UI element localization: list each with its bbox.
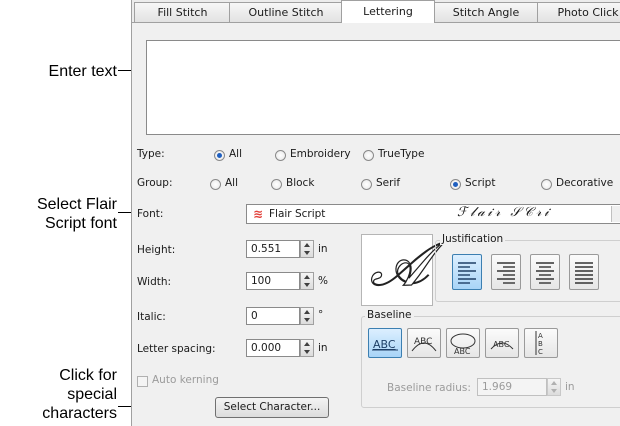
font-sample-preview: ℱ𝓁𝒶𝒾𝓇 𝒮𝒞𝓇𝒾 — [457, 205, 552, 220]
italic-spinner[interactable] — [300, 307, 314, 325]
annotation-enter-text: Enter text — [48, 63, 117, 80]
justification-title: Justification — [440, 233, 506, 245]
group-option-all-label: All — [225, 177, 239, 189]
lettering-text-input[interactable] — [146, 40, 620, 135]
baseline-arc-bottom-icon: ABC — [450, 333, 476, 356]
letter-spacing-input[interactable]: 0.000 — [246, 339, 300, 357]
annotation-special-characters: Click for special characters — [0, 366, 117, 423]
width-label: Width: — [137, 276, 172, 288]
group-radio-decorative[interactable] — [541, 179, 552, 190]
justify-left-button[interactable] — [452, 254, 482, 290]
type-option-embroidery-label: Embroidery — [290, 148, 351, 160]
svg-text:ABC: ABC — [493, 340, 510, 349]
baseline-radius-spinner[interactable] — [547, 378, 561, 396]
baseline-circle-icon: ABC — [490, 340, 514, 350]
width-unit: % — [318, 275, 328, 287]
group-option-decorative-label: Decorative — [556, 177, 614, 189]
type-radio-truetype[interactable] — [363, 150, 374, 161]
font-select-value: Flair Script — [269, 208, 326, 220]
width-input[interactable]: 100 — [246, 272, 300, 290]
align-left-icon — [458, 262, 476, 284]
auto-kerning-label: Auto kerning — [152, 374, 219, 386]
group-option-serif-label: Serif — [376, 177, 401, 189]
tab-fill-stitch[interactable]: Fill Stitch — [134, 2, 231, 22]
align-justify-icon — [575, 262, 593, 284]
type-radio-all[interactable] — [214, 150, 225, 161]
select-character-button[interactable]: Select Character... — [215, 397, 329, 418]
align-right-icon — [497, 262, 515, 284]
italic-unit: ° — [318, 309, 324, 321]
letter-spacing-unit: in — [318, 342, 328, 354]
justify-full-button[interactable] — [569, 254, 599, 290]
auto-kerning-checkbox[interactable] — [137, 376, 148, 387]
group-label: Group: — [137, 177, 173, 189]
align-center-icon — [536, 262, 554, 284]
baseline-title: Baseline — [365, 309, 414, 321]
baseline-arc-top-icon: ABC — [411, 337, 437, 352]
font-select[interactable]: ≋ Flair Script ℱ𝓁𝒶𝒾𝓇 𝒮𝒞𝓇𝒾 — [246, 204, 620, 224]
group-option-script-label: Script — [465, 177, 496, 189]
baseline-radius-unit: in — [565, 381, 575, 393]
annotation-select-font-line1: Select Flair — [36, 196, 117, 213]
preview-glyph: 𝒜 — [369, 226, 429, 300]
lettering-preview: 𝒜 — [361, 226, 433, 306]
tab-lettering[interactable]: Lettering — [341, 0, 435, 23]
annotation-special-line1: Click for — [59, 367, 117, 384]
height-input[interactable]: 0.551 — [246, 240, 300, 258]
annotation-special-line2: special — [67, 386, 117, 403]
justify-right-button[interactable] — [491, 254, 521, 290]
svg-text:B: B — [538, 340, 543, 348]
svg-text:ABC: ABC — [373, 338, 396, 351]
baseline-straight-button[interactable]: ABC — [368, 328, 402, 358]
group-radio-script[interactable] — [450, 179, 461, 190]
baseline-radius-input[interactable]: 1.969 — [477, 378, 547, 396]
baseline-radius-label: Baseline radius: — [387, 382, 471, 394]
justify-center-button[interactable] — [530, 254, 560, 290]
type-option-truetype-label: TrueType — [378, 148, 425, 160]
group-radio-serif[interactable] — [361, 179, 372, 190]
annotation-select-font: Select Flair Script font — [0, 195, 117, 233]
truetype-font-icon: ≋ — [253, 207, 264, 221]
tab-strip: Fill Stitch Outline Stitch Lettering Sti… — [132, 0, 620, 23]
baseline-arc-top-button[interactable]: ABC — [407, 328, 441, 358]
tab-stitch-angle[interactable]: Stitch Angle — [433, 2, 539, 22]
letter-spacing-label: Letter spacing: — [137, 343, 216, 355]
type-label: Type: — [137, 148, 165, 160]
baseline-arc-bottom-button[interactable]: ABC — [446, 328, 480, 358]
lettering-dialog: Fill Stitch Outline Stitch Lettering Sti… — [131, 0, 620, 426]
baseline-vertical-icon: A B C — [535, 331, 543, 356]
height-unit: in — [318, 243, 328, 255]
type-option-all-label: All — [229, 148, 243, 160]
type-radio-embroidery[interactable] — [275, 150, 286, 161]
baseline-vertical-button[interactable]: A B C — [524, 328, 558, 358]
svg-text:ABC: ABC — [454, 347, 471, 356]
tab-photo-click[interactable]: Photo Click — [537, 2, 620, 22]
height-label: Height: — [137, 244, 176, 256]
svg-text:ABC: ABC — [414, 337, 432, 347]
width-spinner[interactable] — [300, 272, 314, 290]
height-spinner[interactable] — [300, 240, 314, 258]
italic-label: Italic: — [137, 311, 166, 323]
svg-text:A: A — [538, 332, 543, 340]
baseline-circle-button[interactable]: ABC — [485, 328, 519, 358]
svg-text:C: C — [538, 348, 543, 356]
group-radio-block[interactable] — [271, 179, 282, 190]
annotation-special-line3: characters — [42, 405, 117, 422]
italic-input[interactable]: 0 — [246, 307, 300, 325]
annotation-select-font-line2: Script font — [44, 215, 117, 232]
tab-outline-stitch[interactable]: Outline Stitch — [229, 2, 343, 22]
chevron-down-icon[interactable] — [611, 206, 620, 222]
baseline-straight-icon: ABC — [372, 338, 398, 351]
font-label: Font: — [137, 208, 164, 220]
group-option-block-label: Block — [286, 177, 315, 189]
letter-spacing-spinner[interactable] — [300, 339, 314, 357]
group-radio-all[interactable] — [210, 179, 221, 190]
